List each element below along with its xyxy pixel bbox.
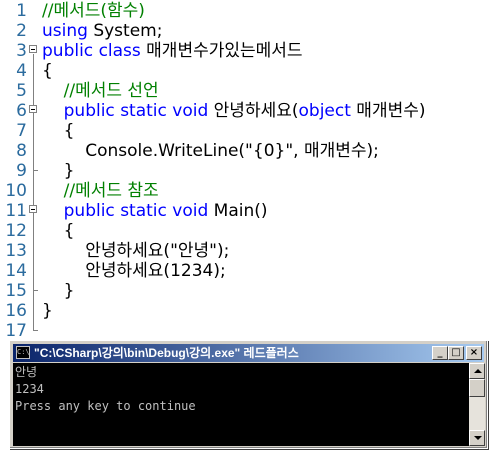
console-title-bar[interactable]: C:\ "C:\CSharp\강의\bin\Debug\강의.exe" 레드플러… bbox=[13, 344, 484, 362]
minimize-button[interactable]: _ bbox=[432, 346, 448, 360]
console-window: C:\ "C:\CSharp\강의\bin\Debug\강의.exe" 레드플러… bbox=[9, 340, 488, 449]
code-text: { bbox=[42, 221, 75, 241]
code-line[interactable]: //메서드 선언 bbox=[42, 80, 159, 102]
line-number: 14 bbox=[5, 261, 27, 281]
code-keyword: class bbox=[98, 41, 141, 61]
line-number: 6 bbox=[16, 101, 27, 121]
line-number: 3 bbox=[16, 41, 27, 61]
code-keyword: public bbox=[63, 201, 115, 221]
code-line[interactable]: } bbox=[42, 300, 53, 322]
code-keyword: public bbox=[63, 101, 115, 121]
code-text: 매개변수) bbox=[350, 101, 426, 121]
code-text: } bbox=[42, 301, 53, 321]
code-line[interactable]: Console.WriteLine("{0}", 매개변수); bbox=[42, 140, 379, 162]
maximize-button[interactable]: □ bbox=[448, 346, 464, 360]
line-number: 12 bbox=[5, 221, 27, 241]
code-line[interactable]: //메서드(함수) bbox=[42, 0, 145, 22]
code-line[interactable]: 안녕하세요(1234); bbox=[42, 260, 226, 282]
code-line[interactable]: using System; bbox=[42, 20, 162, 42]
code-line[interactable]: { bbox=[42, 120, 75, 142]
code-text: } bbox=[42, 281, 75, 301]
line-number: 1 bbox=[16, 1, 27, 21]
line-number: 15 bbox=[5, 281, 27, 301]
console-output-line: Press any key to continue bbox=[15, 399, 196, 413]
line-number: 7 bbox=[16, 121, 27, 141]
code-keyword: void bbox=[172, 101, 209, 121]
code-keyword: static bbox=[120, 201, 167, 221]
fold-toggle-main[interactable] bbox=[29, 205, 37, 213]
scroll-up-button[interactable] bbox=[469, 363, 485, 379]
code-text: { bbox=[42, 121, 75, 141]
code-keyword: static bbox=[120, 101, 167, 121]
fold-toggle-class[interactable] bbox=[29, 45, 37, 53]
console-vertical-scrollbar[interactable] bbox=[469, 363, 485, 446]
code-text: 안녕하세요(1234); bbox=[42, 261, 226, 281]
line-number: 4 bbox=[16, 61, 27, 81]
arrow-down-icon bbox=[474, 436, 482, 440]
console-output-line: 안녕 bbox=[15, 365, 38, 379]
code-keyword: object bbox=[298, 101, 351, 121]
code-line[interactable]: public static void Main() bbox=[42, 200, 268, 222]
code-line[interactable]: } bbox=[42, 280, 75, 302]
line-number: 16 bbox=[5, 301, 27, 321]
fold-toggle-method[interactable] bbox=[29, 105, 37, 113]
code-line[interactable]: public static void 안녕하세요(object 매개변수) bbox=[42, 100, 426, 122]
code-text: Console.WriteLine("{0}", 매개변수); bbox=[42, 141, 379, 161]
fold-end-marker bbox=[33, 330, 38, 331]
code-comment: //메서드 참조 bbox=[42, 181, 159, 201]
close-button[interactable]: × bbox=[466, 346, 482, 360]
line-number: 8 bbox=[16, 141, 27, 161]
code-text: Main() bbox=[208, 201, 268, 221]
code-editor[interactable]: 1 2 3 4 5 6 7 8 9 10 11 12 13 14 15 16 1… bbox=[0, 0, 500, 341]
code-comment: //메서드(함수) bbox=[42, 1, 145, 21]
code-line[interactable]: 안녕하세요("안녕"); bbox=[42, 240, 229, 262]
code-text: 안녕하세요("안녕"); bbox=[42, 241, 230, 261]
arrow-up-icon bbox=[474, 369, 482, 373]
code-comment: //메서드 선언 bbox=[42, 81, 159, 101]
code-keyword: public bbox=[42, 41, 94, 61]
line-number: 5 bbox=[16, 81, 27, 101]
scroll-thumb[interactable] bbox=[469, 379, 485, 397]
code-line[interactable]: //메서드 참조 bbox=[42, 180, 159, 202]
code-keyword: void bbox=[172, 201, 209, 221]
line-number: 13 bbox=[5, 241, 27, 261]
line-number: 2 bbox=[16, 21, 27, 41]
console-title: "C:\CSharp\강의\bin\Debug\강의.exe" 레드플러스 bbox=[34, 346, 299, 360]
code-text: 매개변수가있는메서드 bbox=[140, 41, 303, 61]
fold-end-marker bbox=[33, 170, 38, 171]
code-line[interactable]: } bbox=[42, 160, 75, 182]
console-output-area[interactable]: 안녕 1234 Press any key to continue bbox=[13, 363, 469, 446]
line-number: 9 bbox=[16, 161, 27, 181]
code-keyword: using bbox=[42, 21, 88, 41]
line-number: 17 bbox=[5, 321, 27, 341]
line-number-gutter: 1 2 3 4 5 6 7 8 9 10 11 12 13 14 15 16 1… bbox=[0, 0, 28, 341]
code-text: 안녕하세요( bbox=[208, 101, 299, 121]
code-line[interactable]: { bbox=[42, 60, 53, 82]
console-app-icon[interactable]: C:\ bbox=[16, 346, 30, 359]
scroll-down-button[interactable] bbox=[469, 430, 485, 446]
fold-end-marker bbox=[33, 290, 38, 291]
code-text: System; bbox=[87, 21, 163, 41]
code-line[interactable]: public class 매개변수가있는메서드 bbox=[42, 40, 303, 62]
code-text: } bbox=[42, 161, 75, 181]
line-number: 10 bbox=[5, 181, 27, 201]
console-output-line: 1234 bbox=[15, 382, 44, 396]
code-line[interactable]: { bbox=[42, 220, 75, 242]
code-text: { bbox=[42, 61, 53, 81]
line-number: 11 bbox=[5, 201, 27, 221]
fold-guide bbox=[33, 54, 34, 330]
